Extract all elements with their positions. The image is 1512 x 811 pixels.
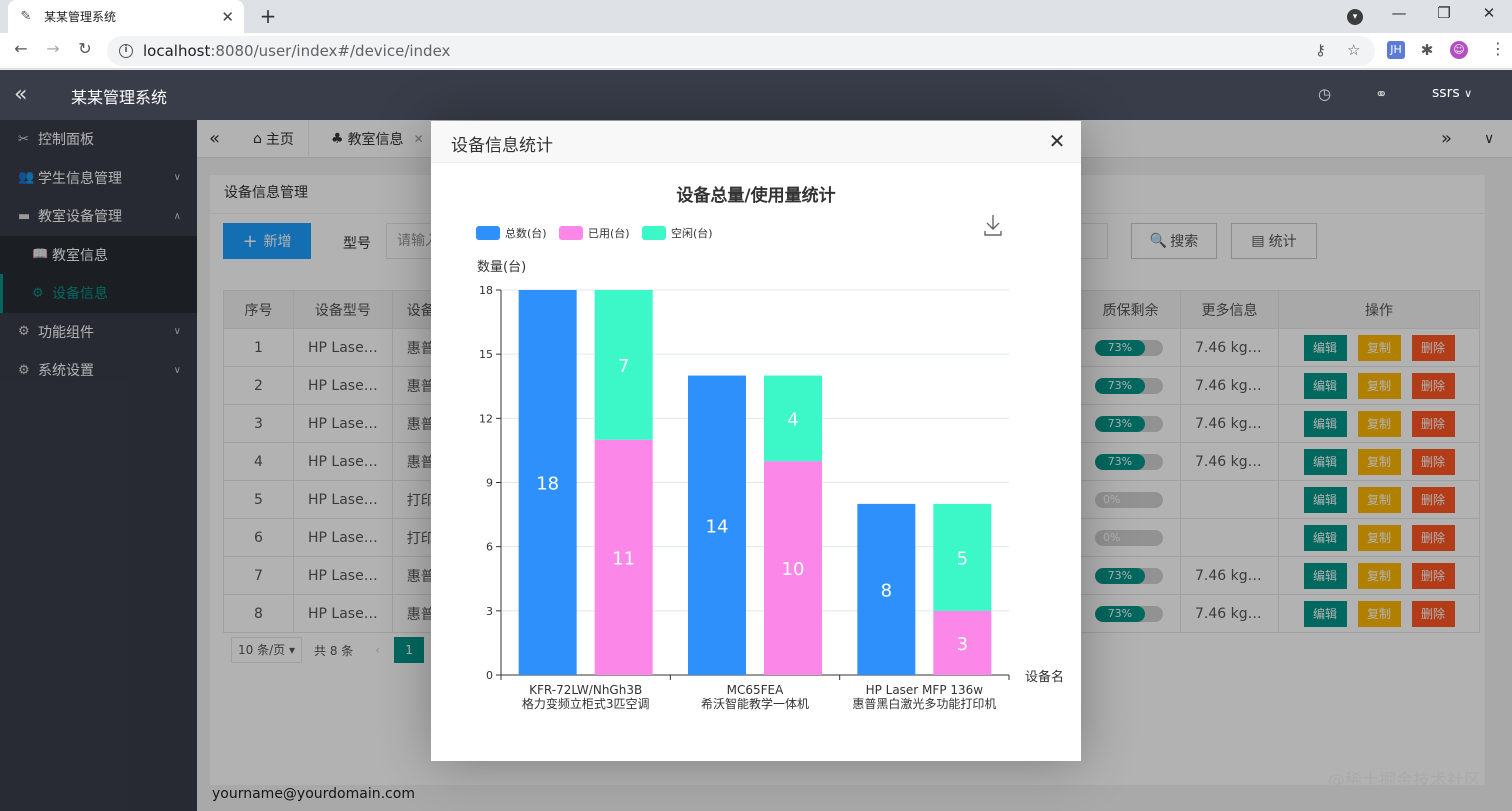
modal-title: 设备信息统计 [451,136,553,156]
legend-label: 总数(台) [505,226,547,240]
maximize-icon[interactable]: ❐ [1432,4,1456,22]
x-tick-label: 格力变频立柜式3匹空调 [522,696,650,711]
close-tab-icon[interactable]: ✕ [221,8,234,26]
extension-jh-icon[interactable]: JH [1387,41,1405,59]
new-tab-icon[interactable]: + [256,4,280,28]
browser-menu-icon[interactable]: ⋮ [1490,39,1506,58]
bar-value-label: 14 [706,516,729,537]
puzzle-icon[interactable]: ✱ [1418,41,1436,59]
key-icon[interactable]: ⚷ [1315,41,1326,59]
bookmark-star-icon[interactable]: ☆ [1347,41,1360,59]
legend-label: 空闲(台) [671,226,713,240]
y-tick-label: 9 [486,477,493,490]
link-icon[interactable]: ⚭ [1375,85,1388,103]
legend-label: 已用(台) [588,226,630,240]
user-name: ssrs [1432,85,1460,101]
browser-toolbar: ← → ↻ i localhost:8080/user/index#/devic… [0,33,1512,69]
app-title: 某某管理系统 [71,88,168,107]
tab-search-icon[interactable]: ▾ [1347,9,1363,25]
bar-value-label: 10 [782,559,805,580]
device-stats-chart: 设备总量/使用量统计总数(台) 已用(台) 空闲(台) 数量(台) 0 3 6 9 12 15 18… [476,185,1064,711]
bar-value-label: 5 [957,548,968,569]
bar-value-label: 7 [618,356,629,377]
y-tick-label: 3 [486,605,493,618]
download-icon [984,215,1002,236]
y-tick-label: 0 [486,669,493,682]
site-info-icon[interactable]: i [119,44,133,58]
browser-tab[interactable]: ✎ 某某管理系统 ✕ [8,0,244,33]
user-menu[interactable]: ssrs ∨ [1432,85,1472,101]
collapse-sidebar-icon[interactable]: « [14,82,27,107]
legend-swatch [476,226,500,240]
y-tick-label: 18 [479,284,493,297]
url-host: localhost [143,42,211,60]
x-tick-label: KFR-72LW/NhGh3B [529,683,642,697]
reload-icon[interactable]: ↻ [74,39,96,58]
x-axis-label: 设备名 [1025,669,1064,685]
feather-icon: ✎ [20,9,32,24]
bar-value-label: 8 [881,580,892,601]
y-tick-label: 12 [479,412,493,425]
forward-icon[interactable]: → [42,39,64,58]
browser-tab-title: 某某管理系统 [44,10,117,24]
url-path: :8080/user/index#/device/index [210,42,451,60]
bar-value-label: 4 [787,409,798,430]
window-close-icon[interactable]: ✕ [1477,4,1501,22]
y-tick-label: 6 [486,541,493,554]
profile-avatar-icon[interactable]: ☺ [1450,41,1468,59]
back-icon[interactable]: ← [10,39,32,58]
bar-value-label: 3 [957,634,968,655]
x-tick-label: HP Laser MFP 136w [866,683,984,697]
minimize-icon[interactable]: — [1387,4,1411,22]
watermark: @稀土掘金技术社区 [1328,771,1481,791]
chart-title: 设备总量/使用量统计 [676,185,835,206]
address-bar[interactable]: i localhost:8080/user/index#/device/inde… [107,36,1375,66]
bar-value-label: 11 [612,548,635,569]
clock-icon[interactable]: ◷ [1318,85,1331,103]
y-axis-label: 数量(台) [477,260,526,275]
bar-value-label: 18 [536,474,559,495]
modal-header: 设备信息统计 ✕ [431,121,1081,163]
browser-tabstrip: ✎ 某某管理系统 ✕ + ▾ — ❐ ✕ [0,0,1512,33]
y-tick-label: 15 [479,348,493,361]
app-header: « 某某管理系统 ◷ ⚭ ssrs ∨ [0,70,1512,120]
legend-swatch [559,226,583,240]
x-tick-label: 希沃智能教学一体机 [701,696,809,711]
stats-modal: 设备信息统计 ✕ 设备总量/使用量统计总数(台) 已用(台) 空闲(台) 数量(台) 0… [431,121,1081,761]
chevron-down-icon: ∨ [1464,87,1473,100]
close-icon[interactable]: ✕ [1046,129,1068,153]
legend-swatch [642,226,666,240]
x-tick-label: 惠普黑白激光多功能打印机 [852,696,996,711]
x-tick-label: MC65FEA [727,683,784,697]
